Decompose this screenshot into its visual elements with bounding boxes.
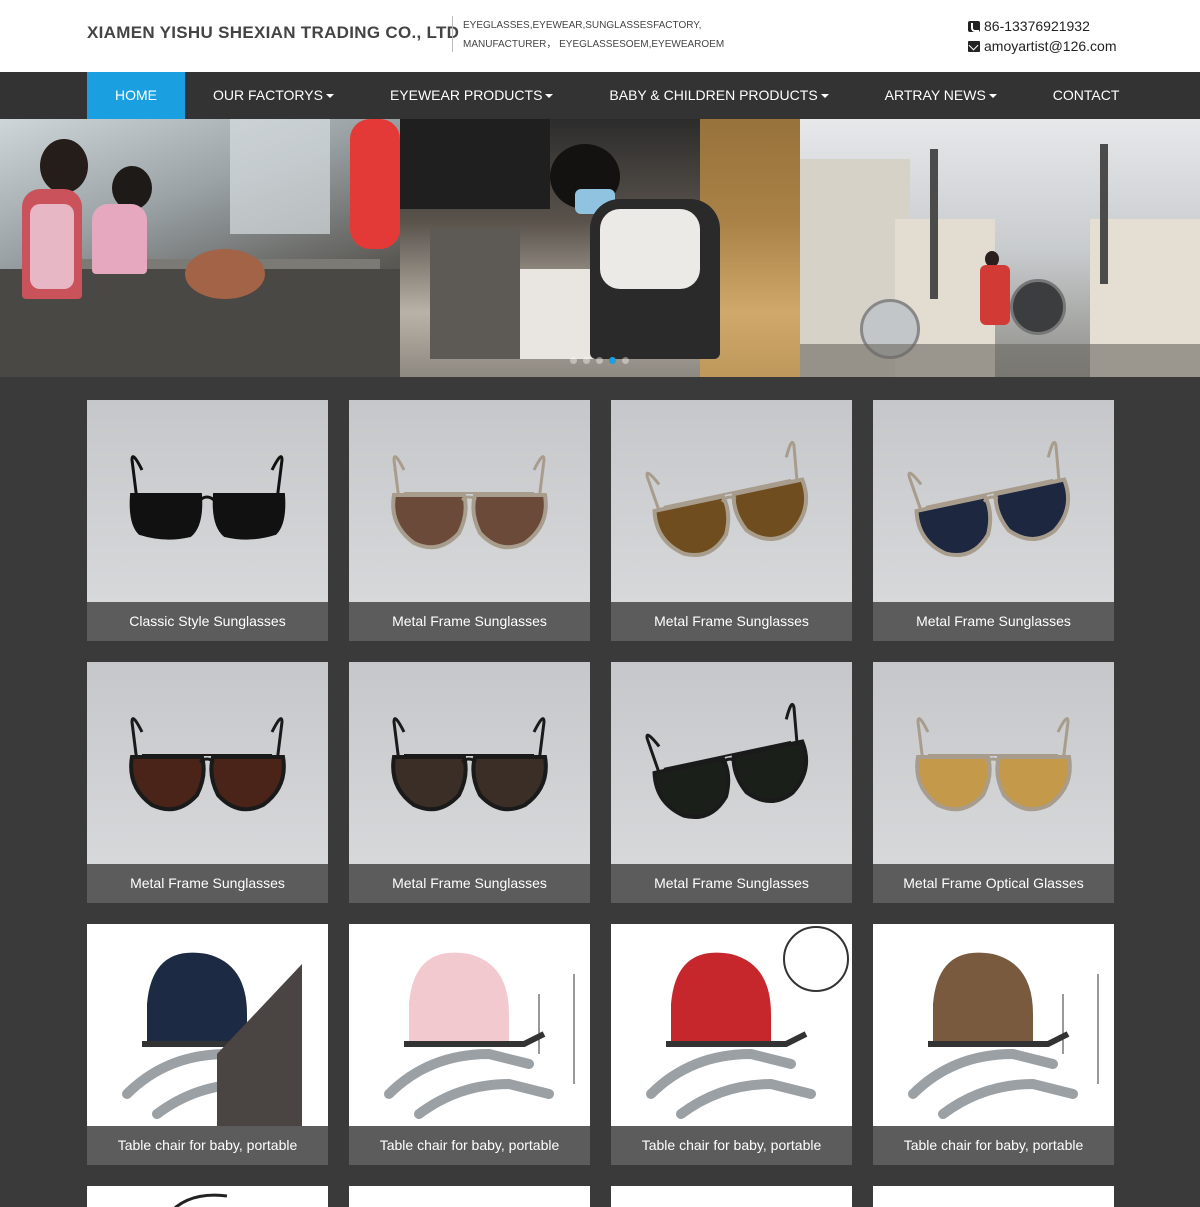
product-title[interactable]: Metal Frame Sunglasses xyxy=(349,864,590,903)
sunglasses-image[interactable] xyxy=(611,400,852,602)
product-card[interactable]: Metal Frame Sunglasses xyxy=(87,662,328,903)
slider-dot[interactable] xyxy=(596,357,603,364)
nav-item-label: BABY & CHILDREN PRODUCTS xyxy=(609,87,818,103)
product-title[interactable]: Metal Frame Sunglasses xyxy=(87,864,328,903)
company-name[interactable]: XIAMEN YISHU SHEXIAN TRADING CO., LTD xyxy=(87,23,459,43)
nav-item-label: CONTACT xyxy=(1052,87,1120,103)
nav-item-label: EYEWEAR PRODUCTS xyxy=(389,87,543,103)
nav-item-label: HOME xyxy=(115,87,157,103)
nav-item-artray-news[interactable]: ARTRAY NEWS xyxy=(857,72,1025,119)
product-card[interactable]: Table chair for baby, portable xyxy=(611,924,852,1165)
phone-number[interactable]: 86-13376921932 xyxy=(984,16,1090,36)
site-tagline: EYEGLASSES,EYEWEAR,SUNGLASSESFACTORY, MA… xyxy=(452,16,724,52)
sunglasses-image[interactable] xyxy=(87,662,328,864)
sunglasses-image[interactable] xyxy=(349,662,590,864)
product-title[interactable]: Classic Style Sunglasses xyxy=(87,602,328,641)
product-card[interactable]: Metal Frame Sunglasses xyxy=(349,662,590,903)
caret-down-icon xyxy=(325,94,334,99)
slider-dots xyxy=(570,357,629,364)
product-card[interactable]: Table chair for baby, portable xyxy=(349,924,590,1165)
product-card[interactable]: Table chair for baby, portable xyxy=(87,924,328,1165)
baby-chair-image[interactable] xyxy=(611,924,852,1126)
product-title[interactable]: Table chair for baby, portable xyxy=(349,1126,590,1165)
nav-item-label: ARTRAY NEWS xyxy=(884,87,986,103)
sunglasses-image[interactable] xyxy=(87,400,328,602)
product-card[interactable]: Metal Frame Sunglasses xyxy=(611,662,852,903)
caret-down-icon xyxy=(545,94,554,99)
product-title[interactable]: Table chair for baby, portable xyxy=(87,1126,328,1165)
product-title[interactable]: Table chair for baby, portable xyxy=(873,1126,1114,1165)
product-card[interactable] xyxy=(873,1186,1114,1207)
hero-banner[interactable] xyxy=(0,119,1200,377)
factory-photo-workers xyxy=(0,119,400,377)
caret-down-icon xyxy=(820,94,829,99)
baby-chair-image[interactable] xyxy=(873,924,1114,1126)
nav-item-our-factorys[interactable]: OUR FACTORYS xyxy=(185,72,362,119)
sunglasses-image[interactable] xyxy=(611,662,852,864)
factory-photo-assembly xyxy=(400,119,800,377)
product-card[interactable]: Metal Frame Sunglasses xyxy=(611,400,852,641)
phone-icon xyxy=(968,20,980,32)
product-title[interactable]: Metal Frame Sunglasses xyxy=(349,602,590,641)
product-card[interactable] xyxy=(611,1186,852,1207)
site-header: XIAMEN YISHU SHEXIAN TRADING CO., LTD EY… xyxy=(0,0,1200,72)
sunglasses-image[interactable] xyxy=(349,400,590,602)
nav-item-home[interactable]: HOME xyxy=(87,72,185,119)
slider-dot[interactable] xyxy=(609,357,616,364)
tagline-line-2: MANUFACTURER， EYEGLASSESOEM,EYEWEAROEM xyxy=(463,39,725,50)
nav-item-contact[interactable]: CONTACT xyxy=(1025,72,1148,119)
contact-info: 86-13376921932 amoyartist@126.com xyxy=(968,16,1116,56)
caret-down-icon xyxy=(988,94,997,99)
product-card[interactable]: Metal Frame Sunglasses xyxy=(873,400,1114,641)
product-card[interactable] xyxy=(349,1186,590,1207)
sunglasses-image[interactable] xyxy=(873,662,1114,864)
product-card[interactable]: Metal Frame Sunglasses xyxy=(349,400,590,641)
slider-dot[interactable] xyxy=(622,357,629,364)
product-grid: Classic Style Sunglasses Metal Frame Sun… xyxy=(87,400,1114,1207)
product-title[interactable]: Metal Frame Optical Glasses xyxy=(873,864,1114,903)
product-card[interactable]: Table chair for baby, portable xyxy=(873,924,1114,1165)
product-card[interactable] xyxy=(87,1186,328,1207)
product-card[interactable]: Metal Frame Optical Glasses xyxy=(873,662,1114,903)
tagline-line-1: EYEGLASSES,EYEWEAR,SUNGLASSESFACTORY, xyxy=(463,20,702,31)
product-card[interactable]: Classic Style Sunglasses xyxy=(87,400,328,641)
nav-item-label: OUR FACTORYS xyxy=(213,87,323,103)
baby-chair-image[interactable] xyxy=(87,924,328,1126)
product-title[interactable]: Metal Frame Sunglasses xyxy=(611,864,852,903)
slider-dot[interactable] xyxy=(583,357,590,364)
product-title[interactable]: Metal Frame Sunglasses xyxy=(873,602,1114,641)
nav-item-baby-children-products[interactable]: BABY & CHILDREN PRODUCTS xyxy=(581,72,856,119)
nav-item-eyewear-products[interactable]: EYEWEAR PRODUCTS xyxy=(362,72,581,119)
product-title[interactable]: Table chair for baby, portable xyxy=(611,1126,852,1165)
email-address[interactable]: amoyartist@126.com xyxy=(984,36,1116,56)
product-title[interactable]: Metal Frame Sunglasses xyxy=(611,602,852,641)
baby-chair-image[interactable] xyxy=(349,924,590,1126)
sunglasses-image[interactable] xyxy=(873,400,1114,602)
main-nav: HOME OUR FACTORYS EYEWEAR PRODUCTS BABY & C… xyxy=(0,72,1200,119)
envelope-icon xyxy=(968,40,980,52)
slider-dot[interactable] xyxy=(570,357,577,364)
factory-photo-machines xyxy=(800,119,1200,377)
